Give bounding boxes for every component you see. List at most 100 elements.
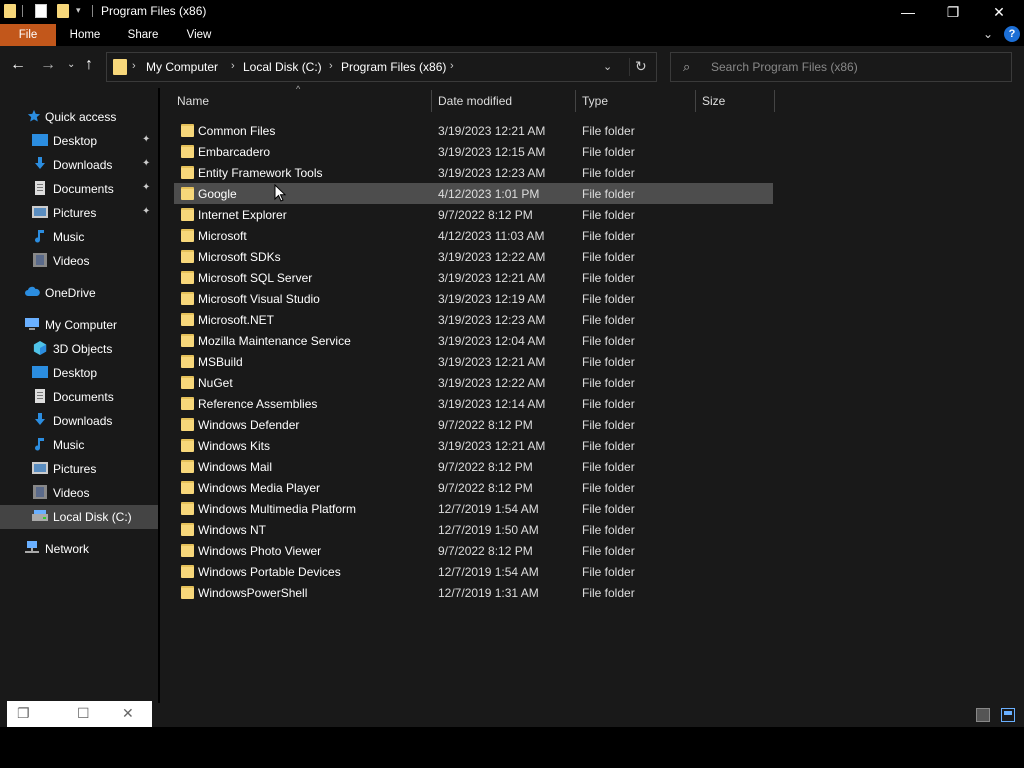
expand-ribbon-icon[interactable]: ⌄ (983, 27, 993, 41)
file-row[interactable]: MSBuild 3/19/2023 12:21 AM File folder (174, 351, 773, 372)
refresh-button[interactable]: ↻ (635, 58, 647, 75)
file-name[interactable]: Windows NT (198, 523, 266, 537)
file-name[interactable]: Google (198, 187, 237, 201)
file-row[interactable]: Google 4/12/2023 1:01 PM File folder (174, 183, 773, 204)
file-row[interactable]: Microsoft Visual Studio 3/19/2023 12:19 A… (174, 288, 773, 309)
file-row[interactable]: Common Files 3/19/2023 12:21 AM File folde… (174, 120, 773, 141)
column-divider[interactable] (774, 90, 775, 112)
file-name[interactable]: Embarcadero (198, 145, 270, 159)
breadcrumb-separator[interactable]: › (450, 60, 454, 72)
help-icon[interactable]: ? (1004, 26, 1020, 42)
up-button[interactable]: ↑ (85, 56, 93, 74)
file-row[interactable]: Microsoft SQL Server 3/19/2023 12:21 AM Fi… (174, 267, 773, 288)
file-row[interactable]: Embarcadero 3/19/2023 12:15 AM File folder (174, 141, 773, 162)
file-name[interactable]: Microsoft (198, 229, 247, 243)
file-name[interactable]: Common Files (198, 124, 275, 138)
file-name[interactable]: Microsoft.NET (198, 313, 274, 327)
file-name[interactable]: NuGet (198, 376, 233, 390)
file-name[interactable]: WindowsPowerShell (198, 586, 307, 600)
nav-item-desktop[interactable]: Desktop (0, 361, 158, 385)
file-row[interactable]: Windows Portable Devices 12/7/2019 1:54 A… (174, 561, 773, 582)
details-view-icon[interactable] (976, 708, 990, 722)
nav-item-pictures[interactable]: Pictures ✦ (0, 201, 158, 225)
file-row[interactable]: Reference Assemblies 3/19/2023 12:14 AM Fi… (174, 393, 773, 414)
nav-my-computer[interactable]: My Computer (0, 313, 158, 337)
pin-icon[interactable]: ✦ (142, 158, 150, 169)
large-icons-view-icon[interactable] (1001, 708, 1015, 722)
nav-item-local-disk[interactable]: Local Disk (C:) (0, 505, 158, 529)
file-row[interactable]: Windows Kits 3/19/2023 12:21 AM File folde… (174, 435, 773, 456)
address-dropdown-icon[interactable]: ⌄ (603, 60, 612, 73)
nav-item-documents[interactable]: Documents ✦ (0, 177, 158, 201)
breadcrumb-program-files-x86[interactable]: Program Files (x86) (341, 60, 446, 74)
file-row[interactable]: Internet Explorer 9/7/2022 8:12 PM File fo… (174, 204, 773, 225)
quick-access-toolbar-dropdown[interactable]: ▾ (76, 5, 81, 16)
file-name[interactable]: Windows Defender (198, 418, 299, 432)
nav-item-3d-objects[interactable]: 3D Objects (0, 337, 158, 361)
file-row[interactable]: Windows Defender 9/7/2022 8:12 PM File fol… (174, 414, 773, 435)
nav-item-music[interactable]: Music (0, 225, 158, 249)
back-button[interactable]: ← (10, 56, 26, 74)
breadcrumb-separator[interactable]: › (132, 60, 136, 72)
file-name[interactable]: Windows Kits (198, 439, 270, 453)
nav-item-downloads[interactable]: Downloads (0, 409, 158, 433)
pin-icon[interactable]: ✦ (142, 206, 150, 217)
file-name[interactable]: Entity Framework Tools (198, 166, 322, 180)
recent-locations-button[interactable]: ⌄ (67, 59, 75, 70)
file-name[interactable]: Microsoft SQL Server (198, 271, 312, 285)
folder-icon[interactable] (4, 4, 16, 18)
file-row[interactable]: Mozilla Maintenance Service 3/19/2023 12:… (174, 330, 773, 351)
file-name[interactable]: Windows Multimedia Platform (198, 502, 356, 516)
file-name[interactable]: Reference Assemblies (198, 397, 317, 411)
file-row[interactable]: Entity Framework Tools 3/19/2023 12:23 AM… (174, 162, 773, 183)
file-row[interactable]: Microsoft.NET 3/19/2023 12:23 AM File fold… (174, 309, 773, 330)
column-divider[interactable] (575, 90, 576, 112)
pin-icon[interactable]: ✦ (142, 134, 150, 145)
column-header-type[interactable]: Type (582, 88, 608, 114)
column-header-date[interactable]: Date modified (438, 88, 512, 114)
minimize-button[interactable]: — (885, 0, 931, 24)
nav-item-music[interactable]: Music (0, 433, 158, 457)
file-name[interactable]: Windows Media Player (198, 481, 320, 495)
file-row[interactable]: Microsoft SDKs 3/19/2023 12:22 AM File fol… (174, 246, 773, 267)
file-name[interactable]: Windows Photo Viewer (198, 544, 321, 558)
file-row[interactable]: Windows Mail 9/7/2022 8:12 PM File folder (174, 456, 773, 477)
file-name[interactable]: MSBuild (198, 355, 243, 369)
tab-home[interactable]: Home (58, 24, 112, 46)
nav-item-videos[interactable]: Videos (0, 249, 158, 273)
breadcrumb-separator[interactable]: › (329, 60, 333, 72)
column-divider[interactable] (695, 90, 696, 112)
search-box[interactable]: ⌕ Search Program Files (x86) (670, 52, 1012, 82)
file-row[interactable]: Windows Multimedia Platform 12/7/2019 1:5… (174, 498, 773, 519)
tab-view[interactable]: View (172, 24, 226, 46)
tab-share[interactable]: Share (116, 24, 170, 46)
new-folder-icon[interactable] (57, 4, 69, 18)
nav-item-videos[interactable]: Videos (0, 481, 158, 505)
file-row[interactable]: NuGet 3/19/2023 12:22 AM File folder (174, 372, 773, 393)
file-row[interactable]: Microsoft 4/12/2023 11:03 AM File folder (174, 225, 773, 246)
pin-icon[interactable]: ✦ (142, 182, 150, 193)
close-button[interactable]: ✕ (976, 0, 1022, 24)
maximize-button[interactable]: ☐ (77, 705, 90, 722)
nav-onedrive[interactable]: OneDrive (0, 281, 158, 305)
breadcrumb-my-computer[interactable]: My Computer (146, 60, 218, 74)
nav-network[interactable]: Network (0, 537, 158, 561)
file-row[interactable]: Windows Photo Viewer 9/7/2022 8:12 PM File… (174, 540, 773, 561)
nav-item-downloads[interactable]: Downloads ✦ (0, 153, 158, 177)
column-divider[interactable] (431, 90, 432, 112)
search-input[interactable]: Search Program Files (x86) (711, 60, 858, 74)
nav-item-desktop[interactable]: Desktop ✦ (0, 129, 158, 153)
column-header-size[interactable]: Size (702, 88, 725, 114)
file-row[interactable]: Windows NT 12/7/2019 1:50 AM File folder (174, 519, 773, 540)
file-name[interactable]: Microsoft Visual Studio (198, 292, 320, 306)
close-button[interactable]: ✕ (122, 705, 134, 722)
properties-icon[interactable] (35, 4, 47, 18)
file-name[interactable]: Microsoft SDKs (198, 250, 281, 264)
forward-button[interactable]: → (40, 56, 56, 74)
nav-item-pictures[interactable]: Pictures (0, 457, 158, 481)
breadcrumb-separator[interactable]: › (231, 60, 235, 72)
file-name[interactable]: Windows Mail (198, 460, 272, 474)
tab-file[interactable]: File (0, 24, 56, 46)
column-header-name[interactable]: Name (177, 88, 209, 114)
file-row[interactable]: WindowsPowerShell 12/7/2019 1:31 AM File f… (174, 582, 773, 603)
